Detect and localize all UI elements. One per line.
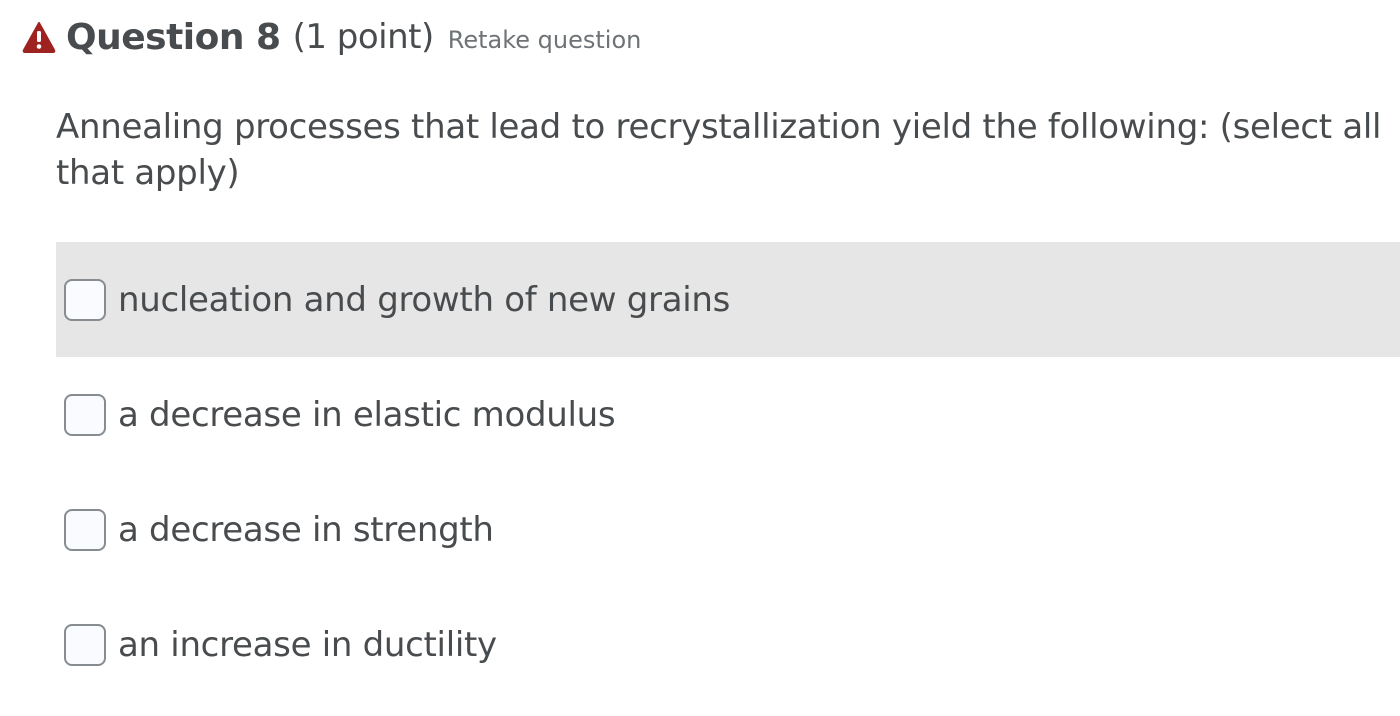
- question-points: (1 point): [292, 17, 435, 57]
- question-header: Question 8 (1 point) Retake question: [22, 14, 641, 60]
- option-label[interactable]: a decrease in strength: [118, 510, 494, 550]
- option-checkbox[interactable]: [64, 623, 106, 666]
- retake-question-link[interactable]: Retake question: [448, 20, 642, 54]
- option-row[interactable]: a decrease in strength: [56, 472, 1400, 587]
- answer-options: nucleation and growth of new grains a de…: [56, 242, 1400, 702]
- option-checkbox[interactable]: [64, 278, 106, 321]
- option-checkbox[interactable]: [64, 393, 106, 436]
- question-prompt: Annealing processes that lead to recryst…: [56, 107, 1382, 193]
- warning-icon: [22, 21, 56, 53]
- option-label[interactable]: an increase in ductility: [118, 625, 497, 665]
- option-checkbox[interactable]: [64, 508, 106, 551]
- option-row[interactable]: a decrease in elastic modulus: [56, 357, 1400, 472]
- option-row[interactable]: nucleation and growth of new grains: [56, 242, 1400, 357]
- option-row[interactable]: an increase in ductility: [56, 587, 1400, 702]
- question-title: Question 8: [66, 16, 281, 58]
- option-label[interactable]: nucleation and growth of new grains: [118, 280, 730, 320]
- option-label[interactable]: a decrease in elastic modulus: [118, 395, 616, 435]
